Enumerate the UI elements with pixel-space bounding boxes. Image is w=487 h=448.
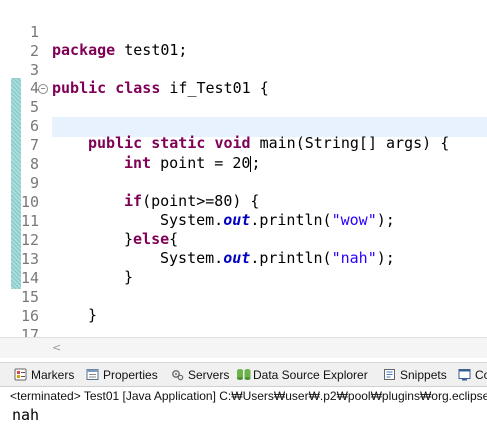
code-line: 1 package test01; [0,5,487,59]
code-line: 11 }else{ [0,194,487,248]
console-icon [458,368,471,381]
code-line: 16 [0,289,487,325]
tab-label: Markers [31,368,75,382]
console-output-text: nah [12,406,40,424]
code-line-current: 7 int point = 20; [0,118,487,172]
data-source-icon [236,368,251,381]
horizontal-scrollbar[interactable]: < [0,337,487,358]
code-editor[interactable]: 1 package test01; 2 3 public class if_Te… [0,0,487,337]
fold-collapse-icon[interactable]: − [38,84,48,94]
properties-icon [86,368,99,381]
tab-markers[interactable]: Markers [14,367,74,383]
code-line: 6 [0,99,487,135]
servers-icon [171,368,184,381]
tab-servers[interactable]: Servers [171,367,229,383]
tab-properties[interactable]: Properties [86,367,158,383]
code-line: 17 } [0,308,487,337]
scroll-left-icon[interactable]: < [52,341,61,354]
bottom-panel-tabs: Markers Properties Servers Data Source E… [0,362,487,387]
code-line: 4 [0,61,487,97]
code-line: 9 if(point>=80) { [0,156,487,210]
console-status-line: <terminated> Test01 [Java Application] C… [0,386,487,407]
snippets-icon [383,368,396,381]
tab-label: Servers [188,368,230,382]
code-line: 18 [0,327,487,337]
code-line: 3 public class if_Test01 { [0,43,487,97]
code-line: 2 [0,24,487,60]
code-line: 8 [0,137,487,173]
code-line: 14 [0,251,487,287]
tab-label: Co [475,368,487,382]
tab-label: Snippets [400,368,447,382]
tab-label: Data Source Explorer [253,368,368,382]
tab-snippets[interactable]: Snippets [383,367,447,383]
code-line: 5 − public static void main(String[] arg… [0,80,487,152]
console-output-area[interactable]: nah [0,406,487,448]
tab-console[interactable]: Co [458,367,487,383]
code-line: 15 } [0,270,487,324]
markers-icon [14,368,27,381]
tab-data-source-explorer[interactable]: Data Source Explorer [236,367,368,383]
code-line: 10 System.out.println("wow"); [0,175,487,229]
code-line: 13 } [0,232,487,286]
code-line: 12 System.out.println("nah"); [0,213,487,267]
tab-label: Properties [103,368,158,382]
